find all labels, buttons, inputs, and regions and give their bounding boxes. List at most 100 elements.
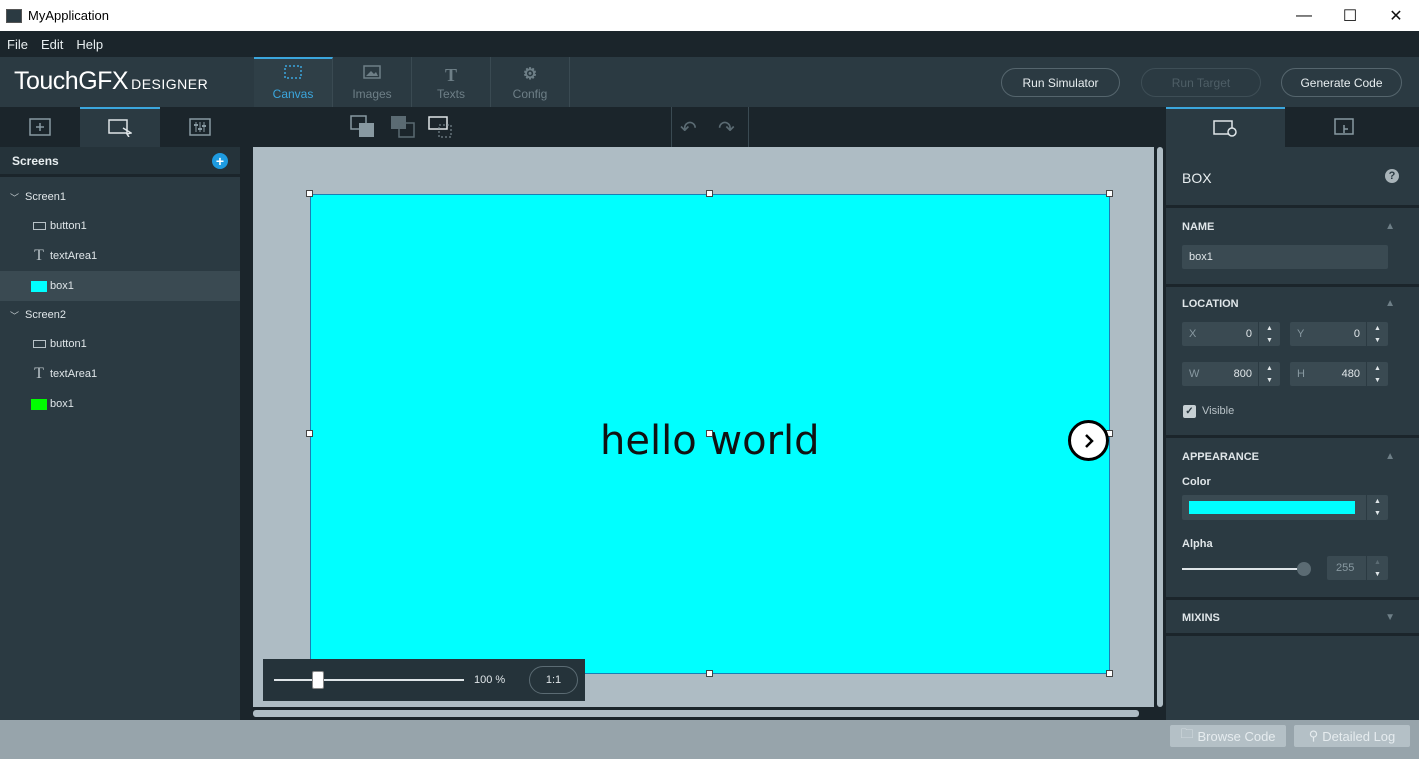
tree-item[interactable]: box1 bbox=[0, 271, 240, 301]
y-field[interactable]: Y 0 ▲ ▼ bbox=[1290, 322, 1388, 346]
y-stepper[interactable]: ▲ ▼ bbox=[1366, 322, 1388, 346]
tab-texts[interactable]: T Texts bbox=[412, 57, 491, 107]
tree-item[interactable]: box1 bbox=[0, 389, 240, 419]
undo-icon[interactable]: ↶ bbox=[680, 116, 697, 141]
screens-title: Screens bbox=[12, 153, 59, 168]
tree-screen[interactable]: ﹀ Screen1 bbox=[0, 183, 240, 211]
image-icon bbox=[363, 65, 381, 83]
menu-help[interactable]: Help bbox=[76, 37, 103, 52]
menu-bar: File Edit Help bbox=[0, 31, 1419, 57]
menu-file[interactable]: File bbox=[7, 37, 28, 52]
color-dropdown-stepper[interactable]: ▲ ▼ bbox=[1366, 495, 1388, 520]
tree-item[interactable]: button1 bbox=[0, 211, 240, 241]
zoom-slider-handle[interactable] bbox=[312, 671, 324, 689]
alpha-stepper[interactable]: ▲ ▼ bbox=[1366, 556, 1388, 580]
canvas-icon bbox=[284, 65, 302, 83]
chevron-right-icon bbox=[1084, 433, 1094, 448]
chevron-down-icon[interactable]: ▼ bbox=[1385, 612, 1395, 623]
tree-item[interactable]: T textArea1 bbox=[0, 359, 240, 389]
alpha-slider-track[interactable] bbox=[1182, 568, 1302, 570]
chevron-down-icon[interactable]: ﹀ bbox=[10, 309, 19, 322]
window-title: MyApplication bbox=[28, 8, 109, 23]
resize-handle[interactable] bbox=[706, 430, 713, 437]
vertical-scrollbar[interactable] bbox=[1154, 147, 1166, 720]
minimize-button[interactable]: — bbox=[1281, 0, 1327, 31]
detailed-log-button[interactable]: ⚲ Detailed Log bbox=[1294, 725, 1410, 747]
tab-tree-view[interactable] bbox=[80, 107, 160, 147]
tree-item[interactable]: button1 bbox=[0, 329, 240, 359]
tab-interactions[interactable] bbox=[160, 107, 240, 147]
screens-panel: Screens + ﹀ Screen1 button1 T textArea1 … bbox=[0, 147, 240, 720]
help-icon[interactable]: ? bbox=[1385, 169, 1399, 183]
redo-icon[interactable]: ↷ bbox=[718, 116, 735, 141]
tab-add-widget[interactable] bbox=[0, 107, 80, 147]
menu-edit[interactable]: Edit bbox=[41, 37, 63, 52]
tab-images-label: Images bbox=[352, 87, 392, 101]
button-widget-icon bbox=[32, 222, 46, 230]
w-value: 800 bbox=[1233, 368, 1252, 380]
location-section-label: LOCATION bbox=[1182, 298, 1239, 310]
color-picker[interactable]: ▲ ▼ bbox=[1182, 495, 1388, 520]
tab-texts-label: Texts bbox=[436, 87, 465, 101]
canvas-button-widget[interactable] bbox=[1068, 420, 1109, 461]
name-field[interactable]: box1 bbox=[1182, 245, 1388, 269]
logo-main-text: TouchGFX bbox=[14, 67, 129, 95]
alpha-value: 255 bbox=[1336, 562, 1355, 574]
h-field[interactable]: H 480 ▲ ▼ bbox=[1290, 362, 1388, 386]
w-stepper[interactable]: ▲ ▼ bbox=[1258, 362, 1280, 386]
tab-properties[interactable] bbox=[1166, 107, 1285, 147]
chevron-up-icon[interactable]: ▲ bbox=[1385, 298, 1395, 309]
tree-item-label: box1 bbox=[50, 398, 74, 410]
tab-canvas[interactable]: Canvas bbox=[254, 57, 333, 107]
visible-checkbox[interactable]: ✓ bbox=[1183, 405, 1196, 418]
alpha-field[interactable]: 255 ▲ ▼ bbox=[1327, 556, 1388, 580]
tab-interactions-props[interactable] bbox=[1285, 107, 1404, 147]
alpha-slider-handle[interactable] bbox=[1297, 562, 1311, 576]
chevron-down-icon[interactable]: ﹀ bbox=[10, 191, 19, 204]
run-simulator-button[interactable]: Run Simulator bbox=[1001, 68, 1120, 97]
resize-handle[interactable] bbox=[306, 430, 313, 437]
horizontal-scroll-thumb[interactable] bbox=[253, 710, 1139, 717]
resize-handle[interactable] bbox=[1106, 670, 1113, 677]
browse-code-button[interactable]: 🗀 Browse Code bbox=[1170, 725, 1286, 747]
text-widget-icon: T bbox=[34, 247, 44, 264]
name-section: NAME ▲ box1 bbox=[1166, 208, 1419, 287]
w-field[interactable]: W 800 ▲ ▼ bbox=[1182, 362, 1280, 386]
visible-label: Visible bbox=[1202, 405, 1235, 417]
generate-code-button[interactable]: Generate Code bbox=[1281, 68, 1402, 97]
browse-code-label: Browse Code bbox=[1197, 728, 1276, 744]
bring-to-front-icon[interactable] bbox=[350, 115, 376, 139]
box-widget-icon bbox=[31, 280, 47, 292]
resize-handle[interactable] bbox=[706, 670, 713, 677]
zoom-slider-track[interactable] bbox=[274, 679, 464, 681]
location-section: LOCATION ▲ X 0 ▲ ▼ Y 0 ▲ ▼ W 800 ▲ ▼ H 480 … bbox=[1166, 287, 1419, 438]
chevron-up-icon[interactable]: ▲ bbox=[1385, 221, 1395, 232]
run-target-button[interactable]: Run Target bbox=[1141, 68, 1261, 97]
x-stepper[interactable]: ▲ ▼ bbox=[1258, 322, 1280, 346]
status-bar: 🗀 Browse Code ⚲ Detailed Log bbox=[0, 720, 1419, 759]
tab-config[interactable]: ⚙ Config bbox=[491, 57, 570, 107]
maximize-button[interactable]: ☐ bbox=[1327, 0, 1373, 31]
send-to-back-icon[interactable] bbox=[390, 115, 416, 139]
tree-item[interactable]: T textArea1 bbox=[0, 241, 240, 271]
x-field[interactable]: X 0 ▲ ▼ bbox=[1182, 322, 1280, 346]
chevron-up-icon[interactable]: ▲ bbox=[1385, 451, 1395, 462]
resize-handle[interactable] bbox=[1106, 190, 1113, 197]
properties-panel: BOX ? NAME ▲ box1 LOCATION ▲ X 0 ▲ ▼ Y 0 … bbox=[1166, 147, 1419, 720]
properties-icon bbox=[1212, 120, 1237, 137]
resize-handle[interactable] bbox=[706, 190, 713, 197]
group-icon[interactable] bbox=[428, 115, 454, 139]
add-screen-icon[interactable]: + bbox=[212, 152, 228, 169]
tab-images[interactable]: Images bbox=[333, 57, 412, 107]
resize-handle[interactable] bbox=[306, 190, 313, 197]
zoom-reset-button[interactable]: 1:1 bbox=[529, 666, 578, 694]
canvas-text-area[interactable]: hello world bbox=[600, 418, 820, 464]
color-swatch bbox=[1189, 501, 1355, 514]
add-widget-icon bbox=[29, 118, 51, 136]
w-label: W bbox=[1189, 368, 1200, 380]
tree-screen[interactable]: ﹀ Screen2 bbox=[0, 301, 240, 329]
horizontal-scrollbar[interactable] bbox=[253, 707, 1154, 720]
h-stepper[interactable]: ▲ ▼ bbox=[1366, 362, 1388, 386]
close-button[interactable]: ✕ bbox=[1373, 0, 1419, 31]
vertical-scroll-thumb[interactable] bbox=[1157, 147, 1163, 707]
